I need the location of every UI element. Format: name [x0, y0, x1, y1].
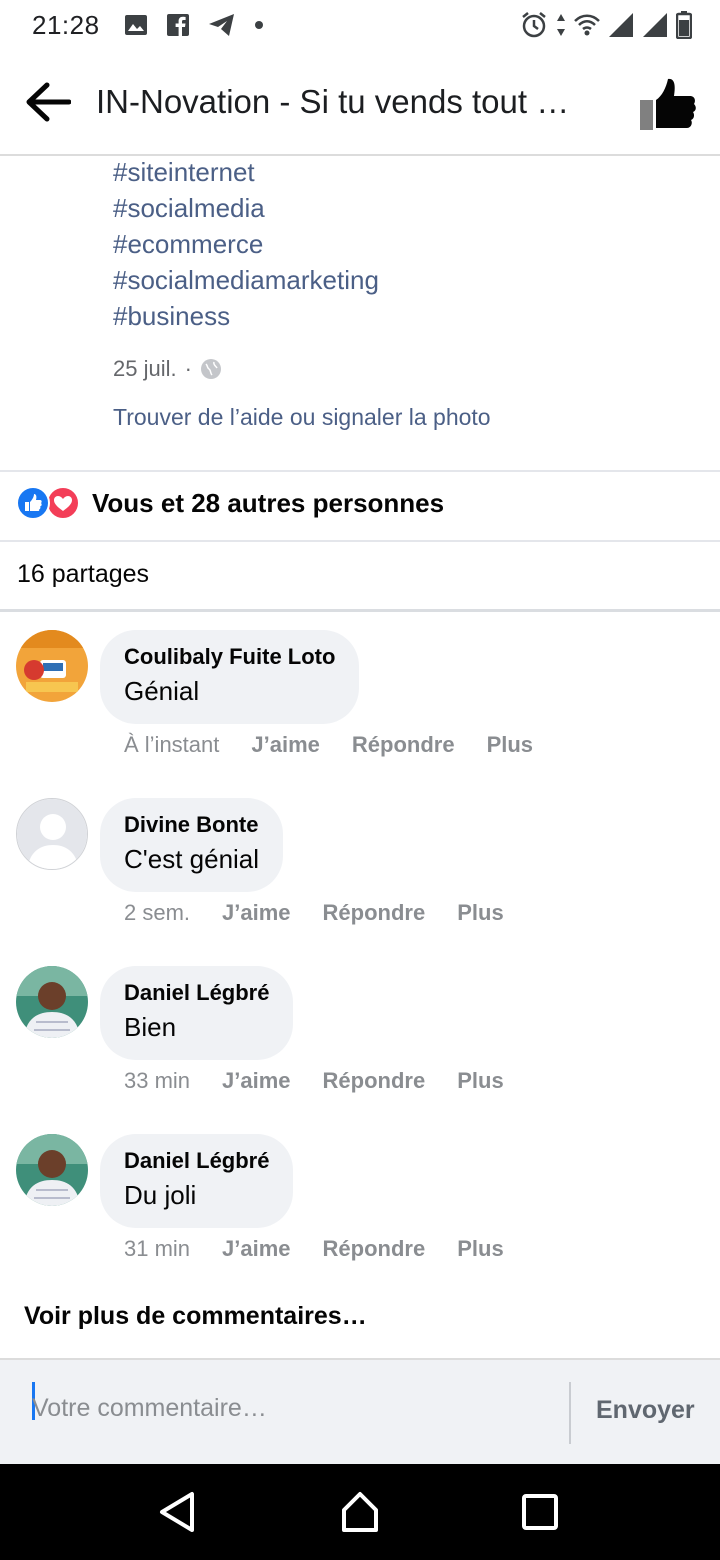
- back-triangle-icon[interactable]: [154, 1488, 202, 1536]
- avatar[interactable]: [16, 630, 88, 702]
- default-avatar-icon: [17, 799, 87, 869]
- thumbs-up-icon: [640, 78, 696, 130]
- send-button[interactable]: Envoyer: [596, 1396, 695, 1425]
- comment-author[interactable]: Daniel Légbré: [124, 1146, 269, 1176]
- alarm-icon: [522, 12, 546, 38]
- comment-time: À l’instant: [124, 732, 220, 757]
- comment-text: Du joli: [124, 1180, 197, 1210]
- love-icon: [46, 486, 80, 520]
- post-date: 25 juil.: [113, 356, 177, 381]
- more-button[interactable]: Plus: [457, 900, 503, 926]
- hashtag-link[interactable]: #socialmedia: [113, 190, 693, 226]
- telegram-icon: [208, 14, 234, 36]
- comment-bubble[interactable]: Coulibaly Fuite Loto Génial: [100, 630, 360, 724]
- image-icon: [124, 15, 147, 35]
- status-time: 21:28: [32, 9, 100, 40]
- globe-icon: [200, 359, 221, 379]
- avatar-image: [16, 966, 88, 1038]
- view-more-comments-link[interactable]: Voir plus de commentaires…: [24, 1302, 367, 1331]
- like-icon: [16, 486, 50, 520]
- back-button[interactable]: [0, 49, 96, 155]
- more-button[interactable]: Plus: [457, 1068, 503, 1094]
- reply-button[interactable]: Répondre: [352, 732, 455, 758]
- comment-bubble[interactable]: Daniel Légbré Bien: [100, 966, 294, 1060]
- comment-author[interactable]: Daniel Légbré: [124, 978, 269, 1008]
- dot-icon: [254, 21, 263, 29]
- post-caption: #siteinternet #socialmedia #ecommerce #s…: [113, 154, 693, 334]
- like-comment-button[interactable]: J’aime: [251, 732, 320, 758]
- avatar[interactable]: [16, 798, 88, 870]
- post-meta: 25 juil. ·: [113, 356, 222, 382]
- reply-button[interactable]: Répondre: [323, 1068, 426, 1094]
- comment-author[interactable]: Divine Bonte: [124, 810, 259, 840]
- more-button[interactable]: Plus: [457, 1236, 503, 1262]
- reactions-text: Vous et 28 autres personnes: [92, 487, 445, 518]
- like-comment-button[interactable]: J’aime: [222, 1236, 291, 1262]
- divider: [0, 609, 720, 612]
- data-arrows-icon: [557, 14, 565, 36]
- comment-actions: 33 min J’aime Répondre Plus: [124, 1068, 536, 1094]
- composer-separator: [569, 1382, 571, 1444]
- like-comment-button[interactable]: J’aime: [222, 1068, 291, 1094]
- hashtag-link[interactable]: #ecommerce: [113, 226, 693, 262]
- home-icon[interactable]: [336, 1488, 384, 1536]
- comment-bubble[interactable]: Divine Bonte C'est génial: [100, 798, 284, 892]
- page-title: IN-Novation - Si tu vends tout …: [96, 83, 570, 120]
- status-bar: 21:28: [0, 0, 720, 50]
- recents-square-icon[interactable]: [516, 1488, 564, 1536]
- like-page-button[interactable]: [638, 76, 698, 132]
- signal-icon: [643, 13, 667, 37]
- reply-button[interactable]: Répondre: [323, 1236, 426, 1262]
- avatar[interactable]: [16, 1134, 88, 1206]
- comment-text: C'est génial: [124, 844, 260, 874]
- hashtag-link[interactable]: #socialmediamarketing: [113, 262, 693, 298]
- divider: [0, 470, 720, 472]
- comment-actions: 2 sem. J’aime Répondre Plus: [124, 900, 536, 926]
- comment-text: Génial: [124, 676, 200, 706]
- arrow-left-icon: [26, 82, 71, 122]
- shares-count[interactable]: 16 partages: [17, 560, 149, 589]
- comment-time: 33 min: [124, 1068, 191, 1093]
- avatar-image: [16, 630, 88, 702]
- comment-actions: À l’instant J’aime Répondre Plus: [124, 732, 565, 758]
- hashtag-link[interactable]: #business: [113, 298, 693, 334]
- divider: [0, 540, 720, 542]
- reactions-summary[interactable]: Vous et 28 autres personnes: [16, 486, 444, 520]
- signal-icon: [609, 13, 633, 37]
- comment-time: 2 sem.: [124, 900, 191, 925]
- like-comment-button[interactable]: J’aime: [222, 900, 291, 926]
- comment-author[interactable]: Coulibaly Fuite Loto: [124, 642, 335, 672]
- avatar-image: [16, 1134, 88, 1206]
- help-report-link[interactable]: Trouver de l’aide ou signaler la photo: [113, 404, 491, 431]
- app-bar: IN-Novation - Si tu vends tout …: [0, 50, 720, 156]
- battery-icon: [676, 11, 692, 39]
- comment-actions: 31 min J’aime Répondre Plus: [124, 1236, 536, 1262]
- facebook-icon: [166, 14, 189, 36]
- comment-input[interactable]: [32, 1388, 552, 1428]
- more-button[interactable]: Plus: [487, 732, 533, 758]
- reply-button[interactable]: Répondre: [323, 900, 426, 926]
- comment-bubble[interactable]: Daniel Légbré Du joli: [100, 1134, 294, 1228]
- avatar[interactable]: [16, 966, 88, 1038]
- system-nav-bar: [0, 1464, 720, 1560]
- wifi-icon: [574, 14, 600, 36]
- meta-separator: ·: [184, 356, 192, 381]
- comment-composer: Envoyer: [0, 1358, 720, 1464]
- comment-time: 31 min: [124, 1236, 191, 1261]
- comment-text: Bien: [124, 1012, 177, 1042]
- hashtag-link[interactable]: #siteinternet: [113, 154, 693, 190]
